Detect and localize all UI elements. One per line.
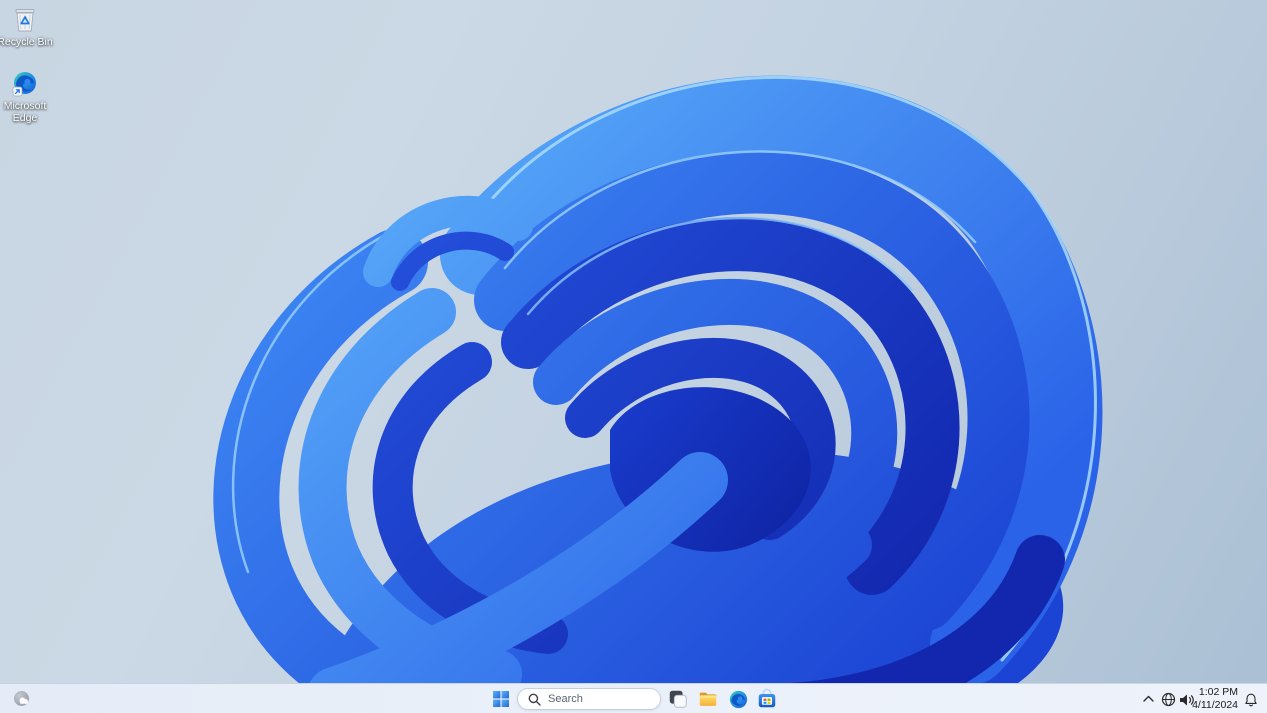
desktop-icon-microsoft-edge[interactable]: Microsoft Edge [0, 70, 53, 124]
task-view-button[interactable] [666, 687, 690, 711]
tray-date: 4/11/2024 [1192, 699, 1238, 711]
desktop-icon-recycle-bin[interactable]: Recycle Bin [0, 6, 53, 48]
file-explorer-button[interactable] [696, 687, 720, 711]
taskbar: Search 1:02 PM 4/11/2024 [0, 683, 1267, 713]
edge-button[interactable] [726, 687, 750, 711]
wallpaper-bloom [213, 75, 1103, 713]
network-button[interactable] [1160, 691, 1177, 708]
microsoft-edge-icon [729, 690, 747, 708]
notification-center-button[interactable] [1243, 692, 1259, 707]
desktop-icon-label: Microsoft Edge [3, 100, 47, 124]
desktop-icon-label: Recycle Bin [0, 36, 53, 48]
windows-desktop: Recycle Bin Microsoft Edge Search 1:02 P… [0, 0, 1267, 713]
search-placeholder: Search [548, 693, 583, 705]
windows-start-icon [493, 691, 509, 707]
hidden-icons-button[interactable] [1141, 692, 1155, 706]
search-icon [528, 693, 541, 706]
chevron-up-icon [1142, 695, 1154, 702]
recycle-bin-icon [0, 6, 53, 34]
task-view-icon [669, 690, 687, 708]
start-button[interactable] [489, 687, 513, 711]
notification-bell-icon [1245, 693, 1257, 706]
search-box[interactable]: Search [517, 688, 661, 710]
microsoft-edge-icon [0, 70, 53, 98]
tray-time: 1:02 PM [1198, 686, 1238, 698]
store-button[interactable] [755, 687, 779, 711]
clock[interactable]: 1:02 PM 4/11/2024 [1192, 686, 1238, 712]
widgets-button[interactable] [10, 687, 34, 711]
microsoft-store-icon [758, 688, 776, 708]
globe-network-icon [1161, 692, 1176, 707]
file-explorer-icon [699, 692, 717, 706]
widgets-weather-icon [14, 691, 29, 706]
